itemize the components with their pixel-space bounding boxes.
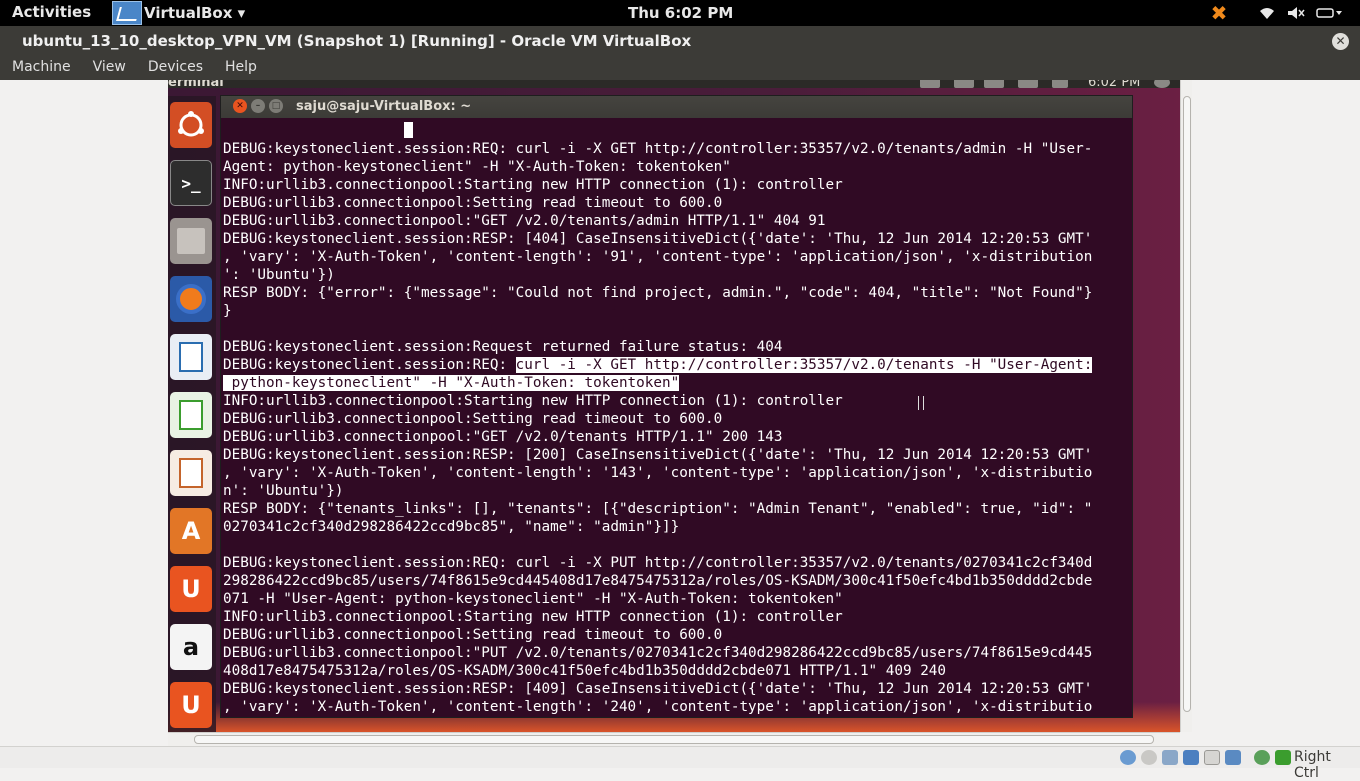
network-indicator-icon[interactable]: [954, 80, 974, 88]
terminal-line: INFO:urllib3.connectionpool:Starting new…: [223, 609, 843, 625]
terminal-line: 071 -H "User-Agent: python-keystoneclien…: [223, 591, 843, 607]
terminal-line: INFO:urllib3.connectionpool:Starting new…: [223, 177, 843, 193]
terminal-line: , 'vary': 'X-Auth-Token', 'content-lengt…: [223, 465, 1093, 481]
notification-x-icon[interactable]: ✖: [1206, 1, 1232, 25]
selected-text[interactable]: curl -i -X GET http://controller:35357/v…: [515, 357, 1093, 373]
calc-icon[interactable]: [170, 392, 212, 438]
terminal-line: DEBUG:urllib3.connectionpool:"GET /v2.0/…: [223, 213, 826, 229]
terminal-line: Agent: python-keystoneclient" -H "X-Auth…: [223, 159, 731, 175]
optical-drive-icon[interactable]: [1141, 750, 1157, 765]
unity-launcher: >_ A U a U: [168, 96, 216, 732]
terminal-title-bar[interactable]: ✕ – □ saju@saju-VirtualBox: ~: [221, 96, 1132, 118]
selection-prefix: DEBUG:keystoneclient.session:REQ:: [223, 357, 516, 373]
terminal-line: , 'vary': 'X-Auth-Token', 'content-lengt…: [223, 249, 1093, 265]
terminal-line: RESP BODY: {"error": {"message": "Could …: [223, 285, 1093, 301]
terminal-minimize-button[interactable]: –: [251, 99, 265, 113]
terminal-window[interactable]: ✕ – □ saju@saju-VirtualBox: ~ DEBUG:keys…: [220, 95, 1133, 718]
software-center-icon[interactable]: A: [170, 508, 212, 554]
menu-devices[interactable]: Devices: [136, 56, 213, 80]
sound-indicator-icon[interactable]: [1052, 80, 1068, 88]
battery-icon[interactable]: [1314, 2, 1344, 24]
guest-screen[interactable]: erminal 6:02 PM >_ A U a U ✕ – □ saju@sa…: [168, 80, 1180, 732]
cursor-line: [223, 122, 1131, 140]
terminal-line: INFO:urllib3.connectionpool:Starting new…: [223, 393, 843, 409]
terminal-line: 408d17e8475475312a/roles/OS-KSADM/300c41…: [223, 663, 947, 679]
host-top-panel: Activities VirtualBox ▾ Thu 6:02 PM ✖: [0, 0, 1360, 26]
ubuntu-dash-icon[interactable]: [170, 102, 212, 148]
keyboard-indicator-icon[interactable]: [920, 80, 940, 88]
guest-top-panel: erminal 6:02 PM: [168, 80, 1180, 90]
vbox-status-bar: Right Ctrl: [0, 746, 1360, 781]
terminal-line: ': 'Ubuntu'}): [223, 267, 335, 283]
horizontal-scroll-thumb[interactable]: [194, 735, 1154, 744]
guest-clock[interactable]: 6:02 PM: [1088, 80, 1140, 90]
menu-view[interactable]: View: [81, 56, 136, 80]
menu-machine[interactable]: Machine: [0, 56, 81, 80]
terminal-line: n': 'Ubuntu'}): [223, 483, 344, 499]
terminal-line-selected: python-keystoneclient" -H "X-Auth-Token:…: [223, 374, 1131, 392]
close-window-button[interactable]: ✕: [1332, 33, 1349, 50]
selected-text[interactable]: python-keystoneclient" -H "X-Auth-Token:…: [223, 375, 680, 391]
ubuntu-one-music-icon[interactable]: U: [170, 682, 212, 728]
terminal-line: RESP BODY: {"tenants_links": [], "tenant…: [223, 501, 1093, 517]
terminal-line: }: [223, 303, 232, 319]
impress-icon[interactable]: [170, 450, 212, 496]
mail-indicator-icon[interactable]: [984, 80, 1004, 88]
terminal-line: DEBUG:keystoneclient.session:RESP: [409]…: [223, 681, 1093, 697]
terminal-close-button[interactable]: ✕: [233, 99, 247, 113]
firefox-icon[interactable]: [170, 276, 212, 322]
app-menu[interactable]: VirtualBox ▾: [112, 1, 245, 25]
clock[interactable]: Thu 6:02 PM: [628, 4, 733, 22]
terminal-icon[interactable]: >_: [170, 160, 212, 206]
terminal-output[interactable]: DEBUG:keystoneclient.session:REQ: curl -…: [223, 122, 1131, 716]
hard-disk-icon[interactable]: [1120, 750, 1136, 765]
terminal-line: , 'vary': 'X-Auth-Token', 'content-lengt…: [223, 699, 1093, 715]
video-capture-icon[interactable]: [1254, 750, 1270, 765]
terminal-line: DEBUG:keystoneclient.session:RESP: [200]…: [223, 447, 1093, 463]
writer-icon[interactable]: [170, 334, 212, 380]
terminal-line: DEBUG:keystoneclient.session:RESP: [404]…: [223, 231, 1093, 247]
terminal-line: 0270341c2cf340d298286422ccd9bc85", "name…: [223, 519, 680, 535]
terminal-line: DEBUG:urllib3.connectionpool:Setting rea…: [223, 627, 723, 643]
terminal-line: DEBUG:urllib3.connectionpool:Setting rea…: [223, 195, 723, 211]
vertical-scroll-thumb[interactable]: [1183, 96, 1191, 712]
shared-folders-icon[interactable]: [1204, 750, 1220, 765]
network-adapter-icon[interactable]: [1183, 750, 1199, 765]
wifi-icon[interactable]: [1256, 2, 1278, 24]
files-icon[interactable]: [170, 218, 212, 264]
mouse-ibeam-cursor: [918, 396, 924, 410]
window-title: ubuntu_13_10_desktop_VPN_VM (Snapshot 1)…: [22, 32, 692, 50]
vbox-title-bar: ubuntu_13_10_desktop_VPN_VM (Snapshot 1)…: [0, 26, 1360, 56]
mouse-integration-icon[interactable]: [1275, 750, 1291, 765]
horizontal-scrollbar[interactable]: [168, 732, 1180, 746]
terminal-line: 298286422ccd9bc85/users/74f8615e9cd44540…: [223, 573, 1093, 589]
virtualbox-icon: [112, 1, 142, 25]
terminal-line-selected: DEBUG:keystoneclient.session:REQ: curl -…: [223, 356, 1131, 374]
guest-app-title: erminal: [168, 80, 224, 90]
terminal-maximize-button[interactable]: □: [269, 99, 283, 113]
volume-icon[interactable]: [1284, 2, 1308, 24]
battery-indicator-icon[interactable]: [1018, 80, 1038, 88]
terminal-title: saju@saju-VirtualBox: ~: [296, 99, 472, 114]
vbox-menu-bar: Machine View Devices Help: [0, 56, 1360, 80]
terminal-line: DEBUG:keystoneclient.session:REQ: curl -…: [223, 555, 1093, 571]
usb-icon[interactable]: [1162, 750, 1178, 765]
terminal-line: DEBUG:urllib3.connectionpool:"PUT /v2.0/…: [223, 645, 1093, 661]
terminal-line: DEBUG:keystoneclient.session:REQ: curl -…: [223, 141, 1093, 157]
ubuntu-one-icon[interactable]: U: [170, 566, 212, 612]
menu-help[interactable]: Help: [213, 56, 267, 80]
amazon-icon[interactable]: a: [170, 624, 212, 670]
app-menu-label: VirtualBox ▾: [144, 4, 246, 22]
terminal-line: DEBUG:keystoneclient.session:Request ret…: [223, 339, 783, 355]
display-icon[interactable]: [1225, 750, 1241, 765]
text-cursor: [403, 122, 413, 138]
vertical-scrollbar[interactable]: [1180, 80, 1192, 732]
activities-button[interactable]: Activities: [12, 3, 91, 21]
terminal-line: DEBUG:urllib3.connectionpool:Setting rea…: [223, 411, 723, 427]
session-gear-icon[interactable]: [1154, 80, 1170, 88]
host-key-label: Right Ctrl: [1294, 749, 1331, 781]
terminal-line: DEBUG:urllib3.connectionpool:"GET /v2.0/…: [223, 429, 783, 445]
